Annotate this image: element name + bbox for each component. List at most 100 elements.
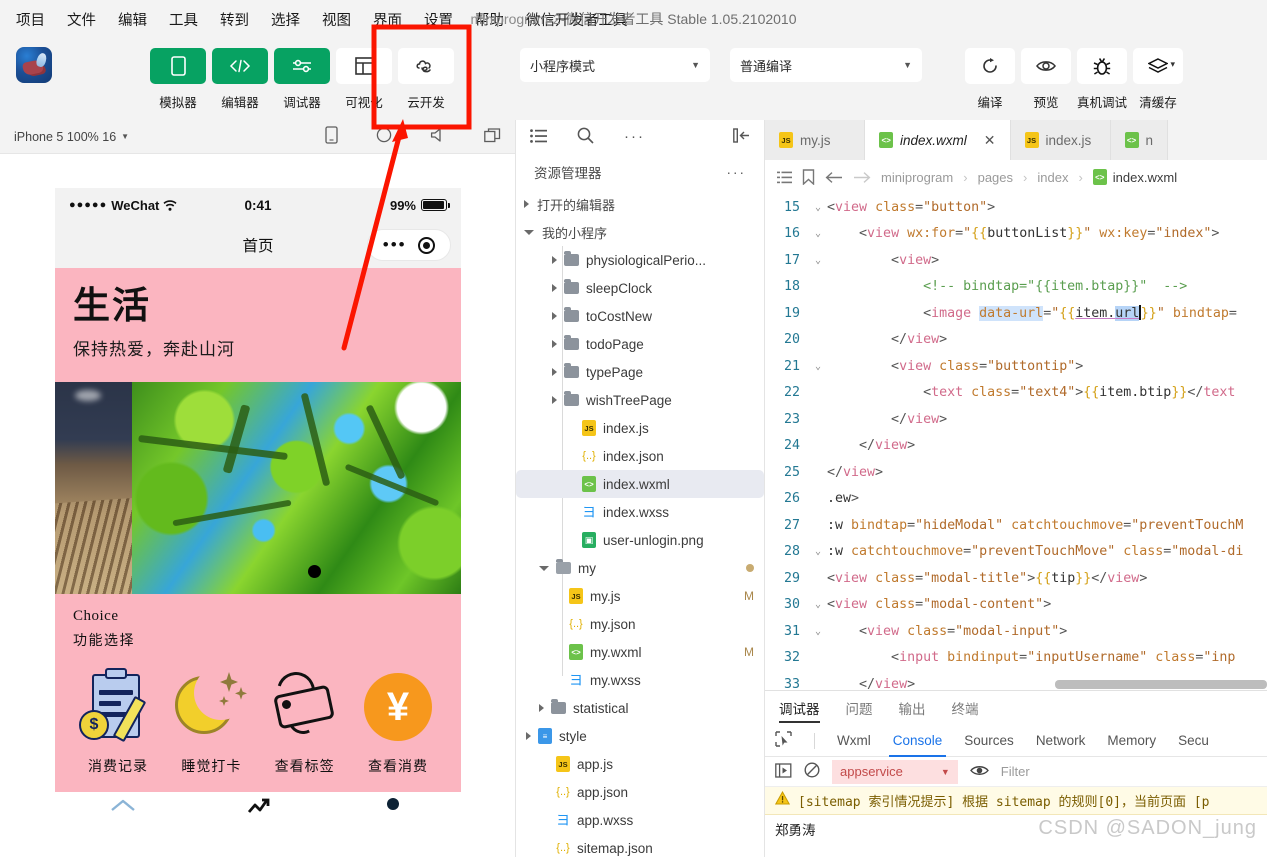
chevron-right-icon[interactable] bbox=[539, 704, 544, 712]
tree-item-typepage[interactable]: typePage bbox=[516, 358, 764, 386]
forward-arrow-icon[interactable] bbox=[853, 171, 871, 184]
step-into-icon[interactable] bbox=[775, 762, 792, 781]
fold-chevron-icon[interactable]: ⌄ bbox=[809, 599, 827, 610]
tree-item-index-wxml[interactable]: <> index.wxml bbox=[516, 470, 764, 498]
editor-tab-my-js[interactable]: JS my.js bbox=[765, 120, 865, 160]
target-icon[interactable] bbox=[418, 236, 436, 254]
menu-item-ui[interactable]: 界面 bbox=[373, 9, 402, 30]
mode-select[interactable]: 小程序模式 ▼ bbox=[520, 48, 710, 82]
menu-item-file[interactable]: 文件 bbox=[67, 9, 96, 30]
editor-horizontal-scrollbar[interactable] bbox=[1055, 680, 1267, 689]
menu-item-help[interactable]: 帮助 bbox=[475, 9, 504, 30]
tree-item-app-wxss[interactable]: ヨ app.wxss bbox=[516, 806, 764, 834]
fold-chevron-icon[interactable]: ⌄ bbox=[809, 626, 827, 637]
explorer-section-open-editors[interactable]: 打开的编辑器 bbox=[516, 190, 764, 218]
device-select[interactable]: iPhone 5 100% 16 bbox=[14, 130, 116, 144]
collapse-panel-icon[interactable] bbox=[733, 128, 750, 146]
tree-item-sitemap-json[interactable]: {..} sitemap.json bbox=[516, 834, 764, 857]
feature-tile-sleep-checkin[interactable]: 睡觉打卡 bbox=[166, 665, 256, 776]
more-icon[interactable]: ••• bbox=[383, 236, 407, 253]
devtools-tab-wxml[interactable]: Wxml bbox=[837, 725, 871, 757]
explorer-section-my-miniprogram[interactable]: 我的小程序 bbox=[516, 218, 764, 246]
feature-tile-view-expense[interactable]: ¥ 查看消费 bbox=[353, 668, 443, 776]
devtools-tab-console[interactable]: Console bbox=[888, 725, 946, 757]
chevron-right-icon[interactable] bbox=[552, 368, 557, 376]
menu-item-settings[interactable]: 设置 bbox=[424, 9, 453, 30]
tree-item-my-wxss[interactable]: ヨ my.wxss bbox=[516, 666, 764, 694]
eye-icon[interactable] bbox=[969, 764, 989, 780]
tree-item-wishtreepage[interactable]: wishTreePage bbox=[516, 386, 764, 414]
panel-tab-problems[interactable]: 问题 bbox=[846, 691, 873, 725]
tree-item-index-json[interactable]: {..} index.json bbox=[516, 442, 764, 470]
chevron-right-icon[interactable] bbox=[552, 340, 557, 348]
breadcrumb-current[interactable]: <> index.wxml bbox=[1092, 169, 1177, 185]
image-carousel[interactable] bbox=[55, 381, 461, 594]
search-icon[interactable] bbox=[577, 127, 594, 147]
toolbar-button-editor[interactable]: 编辑器 bbox=[212, 48, 268, 111]
tree-item-statistical[interactable]: statistical bbox=[516, 694, 764, 722]
chevron-right-icon[interactable] bbox=[526, 732, 531, 740]
chevron-right-icon[interactable] bbox=[552, 396, 557, 404]
tree-item-todopage[interactable]: todoPage bbox=[516, 330, 764, 358]
devtools-tab-security[interactable]: Secu bbox=[1178, 725, 1209, 757]
tree-item-index-wxss[interactable]: ヨ index.wxss bbox=[516, 498, 764, 526]
outline-icon[interactable] bbox=[777, 171, 792, 184]
tree-item-my-json[interactable]: {..} my.json bbox=[516, 610, 764, 638]
code-content[interactable]: 15 ⌄ <view class="button"> 16 ⌄ <view wx:for… bbox=[765, 194, 1267, 690]
toolbar-button-cloud-dev[interactable]: 云开发 bbox=[398, 48, 454, 111]
menu-item-devtools[interactable]: 微信开发者工具 bbox=[526, 9, 628, 30]
breadcrumb-item-miniprogram[interactable]: miniprogram bbox=[881, 170, 953, 185]
tree-item-style[interactable]: ≡ style bbox=[516, 722, 764, 750]
editor-tab-overflow[interactable]: <> n bbox=[1110, 120, 1169, 160]
tabbar-item-stats[interactable] bbox=[190, 792, 325, 828]
more-icon[interactable]: ··· bbox=[624, 129, 645, 144]
toolbar-button-simulator[interactable]: 模拟器 bbox=[150, 48, 206, 111]
panel-tab-terminal[interactable]: 终端 bbox=[952, 691, 979, 725]
console-context-select[interactable]: appservice ▼ bbox=[832, 759, 958, 784]
devtools-tab-network[interactable]: Network bbox=[1036, 725, 1086, 757]
tree-item-sleepclock[interactable]: sleepClock bbox=[516, 274, 764, 302]
tabbar-item-profile[interactable] bbox=[326, 792, 461, 828]
toolbar-button-preview[interactable]: 预览 bbox=[1021, 48, 1071, 111]
tree-item-my[interactable]: my bbox=[516, 554, 764, 582]
tree-item-physiologicalperio-[interactable]: physiologicalPerio... bbox=[516, 246, 764, 274]
devtools-tab-memory[interactable]: Memory bbox=[1107, 725, 1156, 757]
panel-tab-output[interactable]: 输出 bbox=[899, 691, 926, 725]
toolbar-button-remote-debug[interactable]: 真机调试 bbox=[1077, 48, 1127, 111]
phone-rotate-icon[interactable] bbox=[325, 126, 338, 147]
chevron-right-icon[interactable] bbox=[552, 312, 557, 320]
list-icon[interactable] bbox=[530, 128, 547, 146]
fold-chevron-icon[interactable]: ⌄ bbox=[809, 255, 827, 266]
console-filter-input[interactable]: Filter bbox=[1001, 764, 1030, 779]
record-icon[interactable] bbox=[376, 127, 392, 146]
no-entry-icon[interactable] bbox=[804, 762, 820, 781]
breadcrumb-item-index[interactable]: index bbox=[1037, 170, 1068, 185]
tree-item-app-js[interactable]: JS app.js bbox=[516, 750, 764, 778]
cursor-select-icon[interactable] bbox=[775, 731, 792, 750]
tree-item-my-wxml[interactable]: <> my.wxml M bbox=[516, 638, 764, 666]
breadcrumb-item-pages[interactable]: pages bbox=[978, 170, 1013, 185]
menu-item-view[interactable]: 视图 bbox=[322, 9, 351, 30]
window-icon[interactable] bbox=[484, 127, 501, 146]
tree-item-my-js[interactable]: JS my.js M bbox=[516, 582, 764, 610]
fold-chevron-icon[interactable]: ⌄ bbox=[809, 228, 827, 239]
toolbar-button-debugger[interactable]: 调试器 bbox=[274, 48, 330, 111]
bookmark-icon[interactable] bbox=[802, 169, 815, 185]
toolbar-button-compile[interactable]: 编译 bbox=[965, 48, 1015, 111]
tabbar-item-home[interactable] bbox=[55, 792, 190, 828]
panel-tab-debugger[interactable]: 调试器 bbox=[779, 691, 820, 725]
tree-item-user-unlogin-png[interactable]: ▣ user-unlogin.png bbox=[516, 526, 764, 554]
toolbar-button-visualization[interactable]: 可视化 bbox=[336, 48, 392, 111]
toolbar-button-clear-cache[interactable]: ▾ 清缓存 bbox=[1133, 48, 1183, 111]
menu-item-goto[interactable]: 转到 bbox=[220, 9, 249, 30]
chevron-right-icon[interactable] bbox=[552, 256, 557, 264]
close-icon[interactable]: ✕ bbox=[984, 132, 996, 149]
devtools-tab-sources[interactable]: Sources bbox=[964, 725, 1014, 757]
menu-item-tools[interactable]: 工具 bbox=[169, 9, 198, 30]
chevron-right-icon[interactable] bbox=[552, 284, 557, 292]
tree-item-tocostnew[interactable]: toCostNew bbox=[516, 302, 764, 330]
explorer-more-icon[interactable]: ··· bbox=[727, 165, 747, 180]
fold-chevron-icon[interactable]: ⌄ bbox=[809, 546, 827, 557]
tree-item-app-json[interactable]: {..} app.json bbox=[516, 778, 764, 806]
chevron-down-icon[interactable]: ▼ bbox=[121, 132, 129, 141]
